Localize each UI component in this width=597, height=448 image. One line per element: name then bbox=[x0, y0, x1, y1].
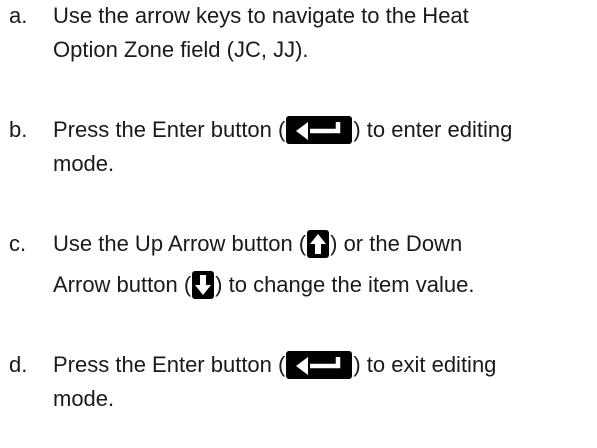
step-text: Option Zone field (JC, JJ). bbox=[53, 37, 309, 62]
step-text: Press the Enter button ( bbox=[53, 117, 286, 142]
step-text: Use the arrow keys to navigate to the He… bbox=[53, 3, 469, 28]
step-text-line2: Arrow button ( ) to change the item valu… bbox=[53, 270, 474, 300]
step-text-line2: mode. bbox=[53, 384, 114, 414]
step-marker: c. bbox=[9, 231, 27, 256]
step-text: Arrow button ( bbox=[53, 272, 192, 297]
step-text: ) to enter editing bbox=[353, 117, 513, 142]
step-text: ) to change the item value. bbox=[215, 272, 475, 297]
step-text-line1: Press the Enter button ( ) to enter edit… bbox=[53, 115, 512, 145]
step-text: Use the Up Arrow button ( bbox=[53, 231, 307, 256]
step-marker: a. bbox=[9, 3, 28, 28]
step-marker: b. bbox=[9, 117, 28, 142]
step-text-line1: Press the Enter button ( ) to exit editi… bbox=[53, 350, 496, 380]
enter-key-icon bbox=[286, 116, 353, 144]
step-text: ) or the Down bbox=[330, 231, 463, 256]
step-text: mode. bbox=[53, 386, 115, 411]
down-arrow-key-icon bbox=[192, 271, 215, 299]
step-text-line1: Use the Up Arrow button ( ) or the Down bbox=[53, 229, 462, 259]
step-text: mode. bbox=[53, 151, 115, 176]
enter-key-icon bbox=[286, 351, 353, 379]
step-text-line2: mode. bbox=[53, 149, 114, 179]
step-text: ) to exit editing bbox=[353, 352, 497, 377]
up-arrow-key-icon bbox=[307, 230, 330, 258]
step-text-line2: Option Zone field (JC, JJ). bbox=[53, 35, 309, 65]
step-marker: d. bbox=[9, 352, 28, 377]
step-text-line1: Use the arrow keys to navigate to the He… bbox=[53, 1, 469, 31]
step-text: Press the Enter button ( bbox=[53, 352, 286, 377]
